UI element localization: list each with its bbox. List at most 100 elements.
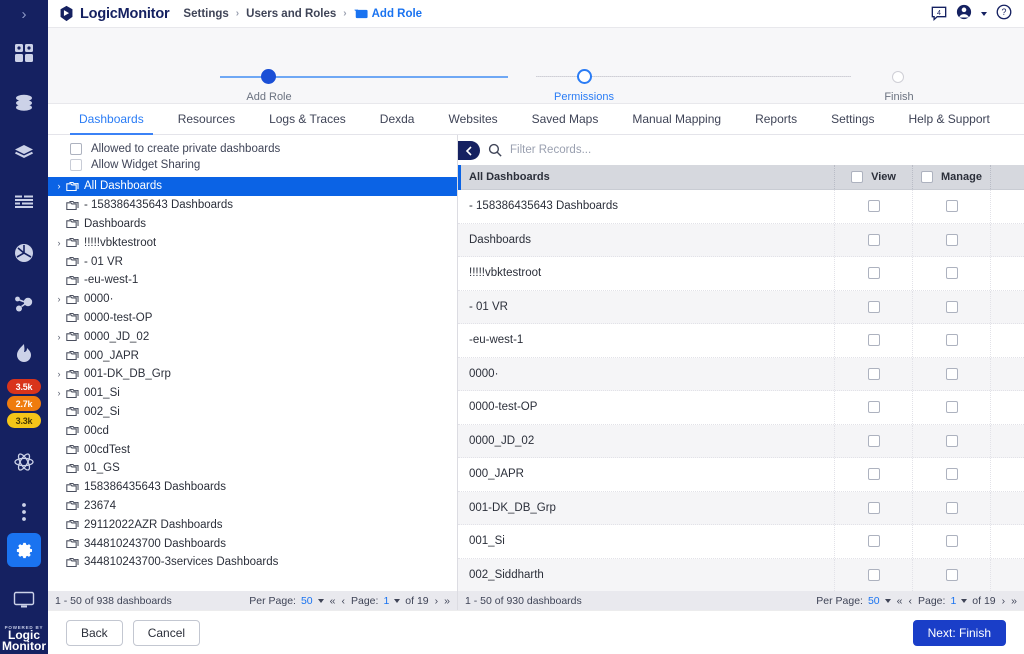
tree-page-caret-icon[interactable] [394,598,401,603]
table-last-page-icon[interactable]: » [1011,595,1017,607]
table-row[interactable]: 0000_JD_02 [458,424,1024,458]
tree-item[interactable]: 158386435643 Dashboards [48,478,457,497]
manage-checkbox[interactable] [945,233,958,246]
tree-item[interactable]: - 01 VR [48,252,457,271]
badge-error[interactable]: 2.7k [7,396,41,411]
chat-button[interactable]: 4 [931,6,947,22]
manage-checkbox[interactable] [945,267,958,280]
table-row[interactable]: 0000-test-OP [458,391,1024,425]
tree-item[interactable]: › 001-DK_DB_Grp [48,365,457,384]
tree-expand-chevron-icon[interactable]: › [52,294,66,304]
view-checkbox[interactable] [867,233,880,246]
tree-item[interactable]: 29112022AZR Dashboards [48,515,457,534]
table-per-page[interactable]: Per Page: 50 [816,595,891,607]
view-checkbox[interactable] [867,401,880,414]
nav-item-websites[interactable] [0,228,48,278]
table-row[interactable]: Dashboards [458,223,1024,257]
step-dot-finish[interactable] [892,71,904,83]
view-checkbox[interactable] [867,501,880,514]
breadcrumb-users-and-roles[interactable]: Users and Roles [246,8,336,20]
breadcrumb-settings[interactable]: Settings [183,8,228,20]
table-per-page-caret-icon[interactable] [884,598,891,603]
table-row[interactable]: 0000· [458,357,1024,391]
nav-item-devices[interactable] [0,575,48,625]
help-button[interactable]: ? [996,4,1012,23]
dashboard-tree[interactable]: › All Dashboards - 158386435643 Dashboards… [48,177,457,591]
account-button[interactable] [956,4,972,23]
collapse-panel-button[interactable] [458,141,480,160]
nav-item-settings[interactable] [0,525,48,575]
settings-gear-button[interactable] [7,533,41,567]
tree-expand-chevron-icon[interactable]: › [52,388,66,398]
table-row[interactable]: 001_Si [458,525,1024,559]
checkbox-widget-sharing[interactable] [70,159,82,171]
search-icon[interactable] [488,143,502,157]
tree-item[interactable]: 002_Si [48,403,457,422]
tab-help-and-support[interactable]: Help & Support [891,104,1006,134]
tree-item[interactable]: 000_JAPR [48,346,457,365]
tab-resources[interactable]: Resources [161,104,252,134]
tab-settings[interactable]: Settings [814,104,891,134]
tab-reports[interactable]: Reports [738,104,814,134]
tab-dexda[interactable]: Dexda [363,104,432,134]
table-row[interactable]: 002_Siddharth [458,558,1024,591]
tree-item[interactable]: 344810243700 Dashboards [48,534,457,553]
tab-saved-maps[interactable]: Saved Maps [515,104,616,134]
manage-checkbox[interactable] [945,401,958,414]
tab-manual-mapping[interactable]: Manual Mapping [615,104,738,134]
manage-checkbox[interactable] [945,535,958,548]
tree-item[interactable]: 01_GS [48,459,457,478]
tree-item[interactable]: - 158386435643 Dashboards [48,196,457,215]
checkbox-private-dashboards[interactable] [70,143,82,155]
nav-item-dashboards[interactable] [0,28,48,78]
tree-expand-chevron-icon[interactable]: › [52,369,66,379]
manage-checkbox[interactable] [945,300,958,313]
badge-critical[interactable]: 3.5k [7,379,41,394]
account-dropdown-caret-icon[interactable] [981,11,987,16]
nav-item-logs[interactable] [0,178,48,228]
tab-websites[interactable]: Websites [431,104,514,134]
cancel-button[interactable]: Cancel [132,619,201,646]
nav-item-alerts[interactable] [0,328,48,378]
manage-checkbox[interactable] [945,200,958,213]
tree-item[interactable]: 00cd [48,421,457,440]
tree-item[interactable]: › 0000· [48,290,457,309]
manage-checkbox[interactable] [945,334,958,347]
breadcrumb-add-role[interactable]: Add Role [354,8,422,20]
tree-expand-chevron-icon[interactable]: › [52,181,66,191]
table-row[interactable]: !!!!!vbktestroot [458,257,1024,291]
view-checkbox[interactable] [867,468,880,481]
tree-page-selector[interactable]: Page: 1 of 19 [351,595,429,607]
tab-dashboards[interactable]: Dashboards [62,104,161,135]
select-all-view-checkbox[interactable] [851,171,864,183]
brand-logo[interactable]: LogicMonitor [58,5,170,22]
nav-item-atom[interactable] [0,437,48,487]
manage-checkbox[interactable] [945,568,958,581]
table-row[interactable]: -eu-west-1 [458,324,1024,358]
tree-expand-chevron-icon[interactable]: › [52,332,66,342]
view-checkbox[interactable] [867,200,880,213]
tree-per-page[interactable]: Per Page: 50 [249,595,324,607]
view-checkbox[interactable] [867,334,880,347]
select-all-manage-checkbox[interactable] [921,171,934,183]
manage-checkbox[interactable] [945,434,958,447]
back-button[interactable]: Back [66,619,123,646]
option-widget-sharing[interactable]: Allow Widget Sharing [48,157,457,173]
table-row[interactable]: 001-DK_DB_Grp [458,491,1024,525]
manage-checkbox[interactable] [945,468,958,481]
tree-next-page-icon[interactable]: › [435,595,439,607]
view-checkbox[interactable] [867,267,880,280]
tree-item[interactable]: › 0000_JD_02 [48,327,457,346]
tree-item[interactable]: › 001_Si [48,384,457,403]
manage-checkbox[interactable] [945,367,958,380]
tree-item[interactable]: -eu-west-1 [48,271,457,290]
rail-expand-button[interactable]: › [0,0,48,28]
table-prev-page-icon[interactable]: ‹ [909,595,913,607]
tree-last-page-icon[interactable]: » [444,595,450,607]
tree-item[interactable]: 0000-test-OP [48,309,457,328]
step-dot-permissions[interactable] [577,69,592,84]
table-row[interactable]: 000_JAPR [458,458,1024,492]
tab-logs-and-traces[interactable]: Logs & Traces [252,104,363,134]
view-checkbox[interactable] [867,434,880,447]
table-row[interactable]: - 01 VR [458,290,1024,324]
